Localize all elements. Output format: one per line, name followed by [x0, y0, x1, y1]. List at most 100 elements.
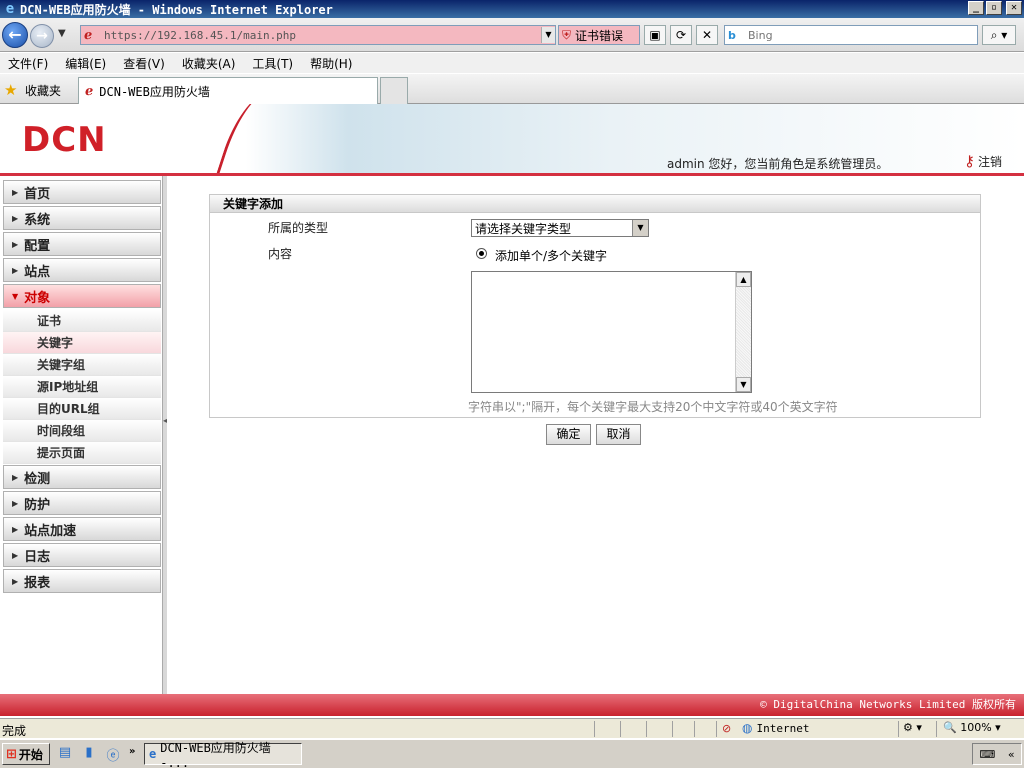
add-keywords-radio[interactable] [476, 248, 487, 259]
sidebar-subitem-cert[interactable]: 证书 [3, 310, 161, 332]
expand-arrow-icon: ▶ [12, 187, 19, 197]
address-bar[interactable]: ℯ https://192.168.45.1/main.php ▼ [80, 25, 556, 45]
sidebar-item-label: 站点 [24, 264, 51, 280]
sidebar-item-label: 防护 [24, 497, 51, 513]
keyword-type-value: 请选择关键字类型 [475, 221, 572, 236]
key-icon: ⚷ [964, 152, 975, 170]
keyword-type-select[interactable]: 请选择关键字类型 ▼ [471, 219, 649, 237]
sidebar-subitem-keyword[interactable]: 关键字 [3, 332, 161, 354]
quicklaunch-ie-icon[interactable]: ⓔ [104, 745, 122, 764]
scroll-up-icon[interactable]: ▲ [736, 272, 751, 287]
sidebar-splitter[interactable]: ◂ [162, 176, 167, 694]
new-tab-button[interactable] [380, 77, 408, 104]
protected-mode-dropdown-icon[interactable]: ⚙ ▾ [903, 721, 922, 734]
restore-button[interactable]: ▫ [986, 1, 1002, 15]
start-label: 开始 [18, 747, 43, 762]
security-zone[interactable]: ◍ Internet [742, 721, 809, 735]
menu-edit[interactable]: 编辑(E) [65, 55, 106, 72]
sidebar-item-label: 对象 [24, 290, 51, 306]
keyboard-icon[interactable]: ⌨ [979, 748, 995, 761]
scroll-down-icon[interactable]: ▼ [736, 377, 751, 392]
expand-arrow-icon: ▶ [12, 576, 19, 586]
sidebar-item-home[interactable]: ▶ 首页 [3, 180, 161, 204]
zone-label: Internet [756, 721, 810, 735]
sidebar-item-report[interactable]: ▶ 报表 [3, 569, 161, 593]
cert-error-button[interactable]: ⛨ 证书错误 [558, 25, 640, 45]
keyword-content-textarea[interactable]: ▲ ▼ [471, 271, 752, 393]
taskbar: ⊞ 开始 ▤ ▮ ⓔ » e DCN-WEB应用防火墙 -... ⌨ « [0, 739, 1024, 768]
favorites-star-icon[interactable]: ★ [4, 81, 17, 99]
address-dropdown-icon[interactable]: ▼ [541, 27, 555, 43]
page-icon: ℯ [84, 27, 93, 43]
sidebar-subitem-keyword-group[interactable]: 关键字组 [3, 354, 161, 376]
search-button[interactable]: ⌕ ▾ [982, 25, 1016, 45]
sidebar-item-site[interactable]: ▶ 站点 [3, 258, 161, 282]
minimize-button[interactable]: _ [968, 1, 984, 15]
add-keywords-radio-label[interactable]: 添加单个/多个关键字 [495, 247, 607, 264]
sidebar-subitem-prompt-page[interactable]: 提示页面 [3, 442, 161, 464]
sidebar-item-label: 系统 [24, 212, 51, 228]
chevron-down-icon[interactable]: ▼ [632, 220, 648, 236]
sidebar-item-config[interactable]: ▶ 配置 [3, 232, 161, 256]
protected-mode-icon[interactable]: ⊘ [722, 722, 731, 735]
status-divider [936, 721, 937, 737]
menu-tools[interactable]: 工具(T) [252, 55, 293, 72]
browser-tab[interactable]: ℯ DCN-WEB应用防火墙 [78, 77, 378, 104]
url-text[interactable]: https://192.168.45.1/main.php [104, 29, 541, 42]
zoom-value: 100% [960, 721, 992, 734]
cancel-button[interactable]: 取消 [596, 424, 641, 445]
globe-icon: ◍ [742, 721, 753, 735]
close-button[interactable]: ✕ [1006, 1, 1022, 15]
refresh-icon[interactable]: ⟳ [670, 25, 692, 45]
textarea-scrollbar[interactable]: ▲ ▼ [735, 272, 751, 392]
quicklaunch-desktop-icon[interactable]: ▤ [56, 745, 74, 763]
sidebar-item-system[interactable]: ▶ 系统 [3, 206, 161, 230]
app-header: DCN admin 您好，您当前角色是系统管理员。 ⚷ 注销 [0, 104, 1024, 176]
type-label: 所属的类型 [268, 221, 329, 235]
quicklaunch-server-icon[interactable]: ▮ [80, 745, 98, 763]
expand-arrow-icon: ▶ [12, 239, 19, 249]
sidebar-item-protect[interactable]: ▶ 防护 [3, 491, 161, 515]
logout-link[interactable]: ⚷ 注销 [964, 152, 1002, 170]
compat-view-icon[interactable]: ▣ [644, 25, 666, 45]
zoom-level[interactable]: 🔍 100% ▾ [943, 721, 1001, 734]
sidebar-item-log[interactable]: ▶ 日志 [3, 543, 161, 567]
menu-help[interactable]: 帮助(H) [310, 55, 352, 72]
status-divider [694, 721, 695, 737]
status-text: 完成 [2, 724, 27, 738]
favorites-button[interactable]: 收藏夹 [25, 82, 61, 99]
back-button[interactable]: ← [2, 22, 28, 48]
quicklaunch-more-icon[interactable]: » [129, 746, 135, 757]
window-titlebar: e DCN-WEB应用防火墙 - Windows Internet Explor… [0, 0, 1024, 18]
sidebar-subitem-src-ip-group[interactable]: 源IP地址组 [3, 376, 161, 398]
menu-view[interactable]: 查看(V) [123, 55, 165, 72]
tab-title: DCN-WEB应用防火墙 [99, 84, 210, 99]
copyright-footer: © DigitalChina Networks Limited 版权所有 [0, 694, 1024, 716]
tab-page-icon: ℯ [85, 83, 94, 99]
stop-icon[interactable]: ✕ [696, 25, 718, 45]
ie-icon: e [5, 1, 15, 17]
expand-arrow-icon: ▶ [12, 265, 19, 275]
confirm-button[interactable]: 确定 [546, 424, 591, 445]
menu-file[interactable]: 文件(F) [8, 55, 48, 72]
expand-arrow-icon: ▶ [12, 498, 19, 508]
sidebar-item-site-accel[interactable]: ▶ 站点加速 [3, 517, 161, 541]
tray-expand-icon[interactable]: « [1008, 748, 1015, 761]
search-input[interactable] [748, 28, 968, 42]
sidebar-item-detect[interactable]: ▶ 检测 [3, 465, 161, 489]
search-box[interactable]: b [724, 25, 978, 45]
keyword-add-form: 关键字添加 所属的类型 请选择关键字类型 ▼ 内容 添加单个/多个关键字 ▲ ▼… [209, 194, 981, 418]
history-dropdown-icon[interactable]: ▼ [58, 28, 66, 39]
sidebar-subitem-time-group[interactable]: 时间段组 [3, 420, 161, 442]
sidebar-item-object[interactable]: ▼ 对象 [3, 284, 161, 308]
forward-button[interactable]: → [30, 24, 54, 48]
start-button[interactable]: ⊞ 开始 [2, 743, 50, 765]
system-tray: ⌨ « [972, 743, 1022, 765]
sidebar-subitem-dst-url-group[interactable]: 目的URL组 [3, 398, 161, 420]
window-controls: _ ▫ ✕ [968, 1, 1022, 15]
status-divider [646, 721, 647, 737]
taskbar-ie-window[interactable]: e DCN-WEB应用防火墙 -... [144, 741, 302, 768]
collapse-arrow-icon[interactable]: ◂ [163, 416, 167, 425]
menu-favorites[interactable]: 收藏夹(A) [182, 55, 236, 72]
welcome-text: admin 您好，您当前角色是系统管理员。 [667, 157, 889, 171]
